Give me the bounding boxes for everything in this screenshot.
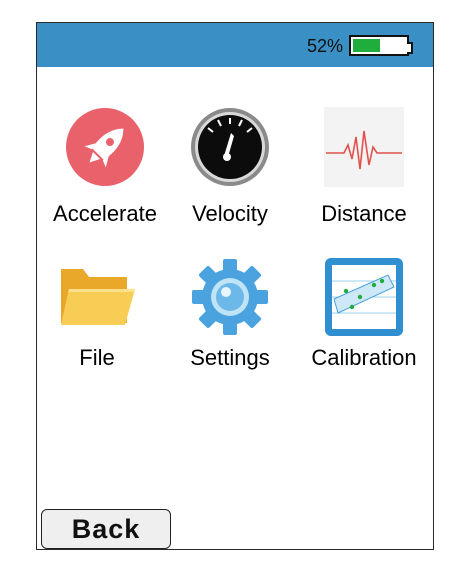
back-button[interactable]: Back (41, 509, 171, 549)
battery-percentage: 52% (307, 36, 344, 56)
menu-label-settings: Settings (190, 345, 270, 370)
device-screen: 52% Accelerate Velocity Distance File Se… (36, 22, 434, 550)
menu-item-calibration[interactable]: Calibration (299, 257, 429, 387)
battery-level-fill (353, 39, 381, 52)
menu-label-file: File (79, 345, 115, 370)
menu-label-calibration: Calibration (311, 345, 417, 370)
menu-label-velocity: Velocity (192, 201, 268, 226)
rocket-icon (65, 107, 145, 192)
menu-item-accelerate[interactable]: Accelerate (40, 107, 170, 237)
status-bar: 52% (37, 23, 433, 67)
menu-item-distance[interactable]: Distance (299, 107, 429, 237)
folder-icon (57, 257, 137, 342)
menu-label-distance: Distance (321, 201, 407, 226)
menu-label-accelerate: Accelerate (53, 201, 157, 226)
calibration-chart-icon (324, 257, 404, 342)
menu-item-file[interactable]: File (32, 257, 162, 387)
battery-icon (349, 35, 413, 56)
menu-item-velocity[interactable]: Velocity (165, 107, 295, 237)
speedometer-icon (190, 107, 270, 192)
gear-icon (190, 257, 270, 342)
waveform-icon (324, 107, 404, 192)
menu-item-settings[interactable]: Settings (165, 257, 295, 387)
battery-tip (407, 42, 413, 54)
